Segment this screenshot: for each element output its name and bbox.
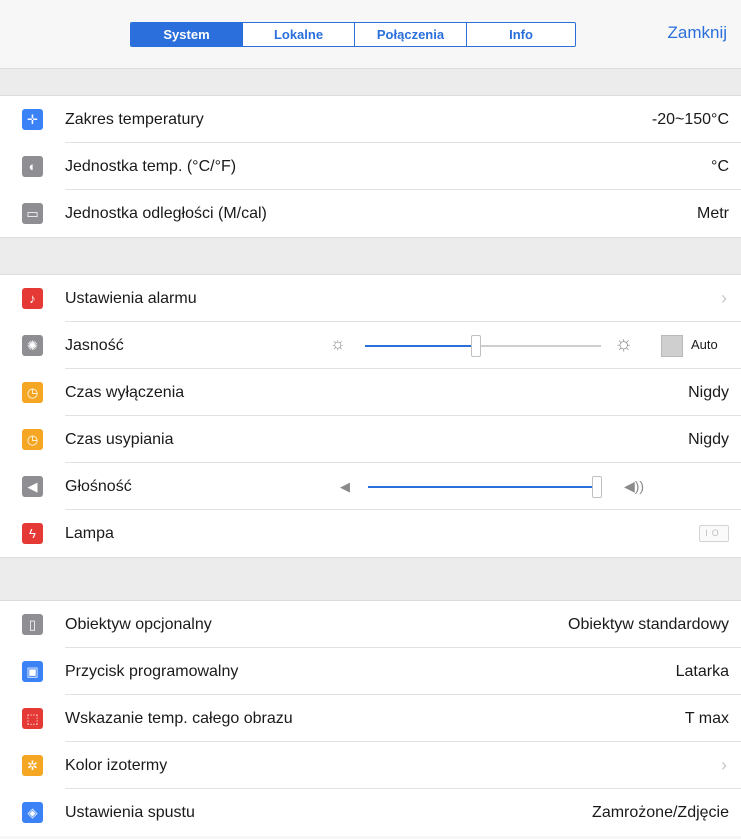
row-label: Czas wyłączenia	[65, 383, 185, 401]
volume-high-icon: ◀))	[624, 478, 645, 494]
timer-icon: ◷	[22, 382, 43, 403]
alarm-icon: ♪	[22, 288, 43, 309]
speaker-icon: ◀	[22, 476, 43, 497]
tab-system[interactable]: System	[131, 23, 243, 46]
trigger-icon: ◈	[22, 802, 43, 823]
auto-label: Auto	[691, 337, 718, 352]
row-label: Obiektyw opcjonalny	[65, 615, 212, 633]
top-bar: System Lokalne Połączenia Info Zamknij	[0, 0, 741, 68]
sun-large-icon: ☼	[614, 332, 634, 355]
volume-slider[interactable]	[368, 476, 602, 498]
chevron-right-icon: ›	[721, 288, 727, 308]
row-value: Nigdy	[688, 430, 729, 448]
ruler-icon: ▭	[22, 203, 43, 224]
sun-small-icon: ☼	[330, 334, 346, 353]
close-button[interactable]: Zamknij	[667, 23, 727, 43]
row-label: Zakres temperatury	[65, 110, 204, 128]
row-label: Jasność	[65, 336, 124, 354]
auto-brightness-checkbox[interactable]	[661, 335, 683, 357]
row-value: Latarka	[675, 662, 729, 680]
section-gap	[0, 557, 741, 601]
tab-local[interactable]: Lokalne	[243, 23, 355, 46]
row-label: Wskazanie temp. całego obrazu	[65, 709, 293, 727]
lamp-row: ϟ Lampa IO	[0, 510, 741, 557]
device-group: ♪ Ustawienia alarmu › ✺ Jasność ☼ ☼ Auto…	[0, 275, 741, 557]
thermometer-icon: ◐	[22, 156, 43, 177]
distance-unit-row[interactable]: ▭ Jednostka odległości (M/cal) Metr	[0, 190, 741, 237]
programmable-button-row[interactable]: ▣ Przycisk programowalny Latarka	[0, 648, 741, 695]
row-value: Obiektyw standardowy	[568, 615, 729, 633]
tab-info[interactable]: Info	[467, 23, 575, 46]
image-temperature-row[interactable]: ⬚ Wskazanie temp. całego obrazu T max	[0, 695, 741, 742]
isotherm-icon: ✲	[22, 755, 43, 776]
lens-icon: ▯	[22, 614, 43, 635]
slider-thumb[interactable]	[592, 476, 602, 498]
chevron-right-icon: ›	[721, 755, 727, 775]
brightness-slider[interactable]	[365, 335, 601, 357]
row-value: Metr	[697, 204, 729, 222]
slider-thumb[interactable]	[471, 335, 481, 357]
row-label: Ustawienia alarmu	[65, 289, 197, 307]
units-group: ✛ Zakres temperatury -20~150°C ◐ Jednost…	[0, 96, 741, 237]
slider-track	[476, 345, 601, 347]
row-label: Ustawienia spustu	[65, 803, 195, 821]
sleep-time-row[interactable]: ◷ Czas usypiania Nigdy	[0, 416, 741, 463]
row-label: Głośność	[65, 477, 132, 495]
section-gap	[0, 237, 741, 275]
volume-row: ◀ Głośność ◀ ◀))	[0, 463, 741, 510]
row-label: Jednostka odległości (M/cal)	[65, 204, 267, 222]
alarm-settings-row[interactable]: ♪ Ustawienia alarmu ›	[0, 275, 741, 322]
image-temp-icon: ⬚	[22, 708, 43, 729]
crosshair-icon: ✛	[22, 109, 43, 130]
brightness-row: ✺ Jasność ☼ ☼ Auto	[0, 322, 741, 369]
row-value: -20~150°C	[651, 110, 729, 128]
section-gap	[0, 68, 741, 96]
row-label: Jednostka temp. (°C/°F)	[65, 157, 237, 175]
row-label: Kolor izotermy	[65, 756, 168, 774]
brightness-icon: ✺	[22, 335, 43, 356]
lamp-toggle[interactable]: IO	[699, 525, 729, 542]
flash-icon: ϟ	[22, 523, 43, 544]
button-icon: ▣	[22, 661, 43, 682]
row-value: Nigdy	[688, 383, 729, 401]
isotherm-color-row[interactable]: ✲ Kolor izotermy ›	[0, 742, 741, 789]
row-value: °C	[711, 157, 729, 175]
row-value: T max	[684, 709, 729, 727]
row-value: Zamrożone/Zdjęcie	[592, 803, 729, 821]
row-label: Przycisk programowalny	[65, 662, 239, 680]
row-label: Czas usypiania	[65, 430, 174, 448]
tab-connections[interactable]: Połączenia	[355, 23, 467, 46]
row-label: Lampa	[65, 524, 114, 542]
camera-group: ▯ Obiektyw opcjonalny Obiektyw standardo…	[0, 601, 741, 836]
temperature-unit-row[interactable]: ◐ Jednostka temp. (°C/°F) °C	[0, 143, 741, 190]
sleep-icon: ◷	[22, 429, 43, 450]
settings-tabs: System Lokalne Połączenia Info	[130, 22, 576, 47]
trigger-settings-row[interactable]: ◈ Ustawienia spustu Zamrożone/Zdjęcie	[0, 789, 741, 836]
optional-lens-row[interactable]: ▯ Obiektyw opcjonalny Obiektyw standardo…	[0, 601, 741, 648]
shutdown-time-row[interactable]: ◷ Czas wyłączenia Nigdy	[0, 369, 741, 416]
volume-low-icon: ◀	[340, 479, 350, 494]
temperature-range-row[interactable]: ✛ Zakres temperatury -20~150°C	[0, 96, 741, 143]
